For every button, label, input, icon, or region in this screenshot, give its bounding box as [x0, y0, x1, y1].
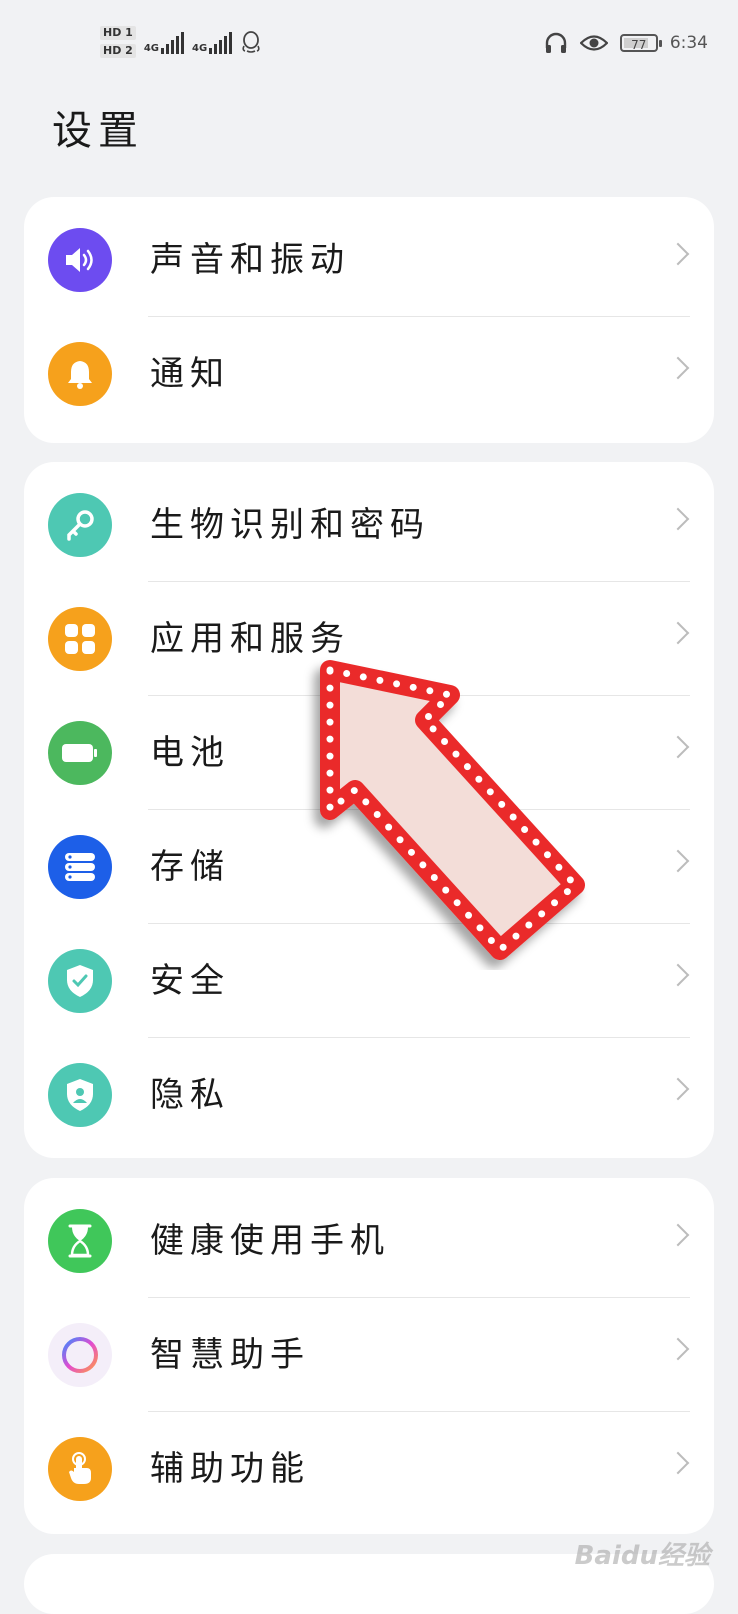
assistant-ring-icon — [48, 1323, 112, 1387]
signal-1: 4G — [144, 30, 184, 54]
apps-grid-icon — [48, 607, 112, 671]
eye-icon — [579, 35, 608, 51]
settings-item-label: 应用和服务 — [150, 619, 350, 659]
battery-icon — [48, 721, 112, 785]
speaker-icon — [48, 228, 112, 292]
headphones-icon — [545, 32, 567, 53]
settings-item-label: 辅助功能 — [150, 1449, 310, 1489]
chevron-right-icon — [666, 242, 690, 266]
status-bar: HD 1 HD 2 4G 4G 77 6:34 — [0, 0, 738, 92]
chevron-right-icon — [666, 356, 690, 380]
settings-item-accessibility[interactable]: 辅助功能 — [24, 1412, 714, 1526]
settings-item-sound[interactable]: 声音和振动 — [24, 203, 714, 317]
chevron-right-icon — [666, 507, 690, 531]
sim2-badge: HD 2 — [100, 44, 136, 58]
status-bar-left: HD 1 HD 2 4G 4G — [100, 26, 262, 58]
sim1-badge: HD 1 — [100, 26, 136, 40]
settings-item-apps-services[interactable]: 应用和服务 — [24, 582, 714, 696]
privacy-shield-icon — [48, 1063, 112, 1127]
settings-item-label: 隐私 — [150, 1075, 230, 1115]
hand-tap-icon — [48, 1437, 112, 1501]
settings-item-privacy[interactable]: 隐私 — [24, 1038, 714, 1152]
settings-item-security[interactable]: 安全 — [24, 924, 714, 1038]
chevron-right-icon — [666, 963, 690, 987]
chevron-right-icon — [666, 1451, 690, 1475]
chevron-right-icon — [666, 1337, 690, 1361]
chevron-right-icon — [666, 621, 690, 645]
settings-item-assistant[interactable]: 智慧助手 — [24, 1298, 714, 1412]
chevron-right-icon — [666, 1223, 690, 1247]
settings-group-3: 健康使用手机 智慧助手 辅助功能 — [24, 1178, 714, 1534]
battery-indicator: 77 — [619, 34, 662, 52]
shield-check-icon — [48, 949, 112, 1013]
settings-group-1: 声音和振动 通知 — [24, 197, 714, 443]
settings-item-label: 安全 — [150, 961, 230, 1001]
storage-icon — [48, 835, 112, 899]
settings-item-label: 声音和振动 — [150, 240, 350, 280]
watermark: Baidu经验 — [574, 1541, 710, 1571]
qq-icon — [242, 31, 260, 53]
settings-item-digital-balance[interactable]: 健康使用手机 — [24, 1184, 714, 1298]
settings-group-2: 生物识别和密码 应用和服务 电池 存储 安全 隐私 — [24, 462, 714, 1158]
settings-item-label: 生物识别和密码 — [150, 505, 430, 545]
status-bar-right: 77 6:34 — [544, 32, 708, 54]
settings-item-label: 电池 — [150, 733, 230, 773]
settings-item-label: 智慧助手 — [150, 1335, 310, 1375]
settings-item-label: 健康使用手机 — [150, 1221, 390, 1261]
bell-icon — [48, 342, 112, 406]
settings-item-label: 通知 — [150, 354, 230, 394]
chevron-right-icon — [666, 849, 690, 873]
settings-item-notifications[interactable]: 通知 — [24, 317, 714, 431]
settings-item-battery[interactable]: 电池 — [24, 696, 714, 810]
settings-item-label: 存储 — [150, 847, 230, 887]
settings-item-storage[interactable]: 存储 — [24, 810, 714, 924]
clock: 6:34 — [669, 33, 708, 53]
chevron-right-icon — [666, 735, 690, 759]
settings-item-biometrics[interactable]: 生物识别和密码 — [24, 468, 714, 582]
chevron-right-icon — [666, 1077, 690, 1101]
signal-bars-icon — [161, 30, 184, 54]
key-icon — [48, 493, 112, 557]
signal-bars-icon — [209, 30, 233, 54]
page-title: 设置 — [52, 108, 144, 154]
signal-2: 4G — [192, 30, 233, 54]
hourglass-icon — [48, 1209, 112, 1273]
